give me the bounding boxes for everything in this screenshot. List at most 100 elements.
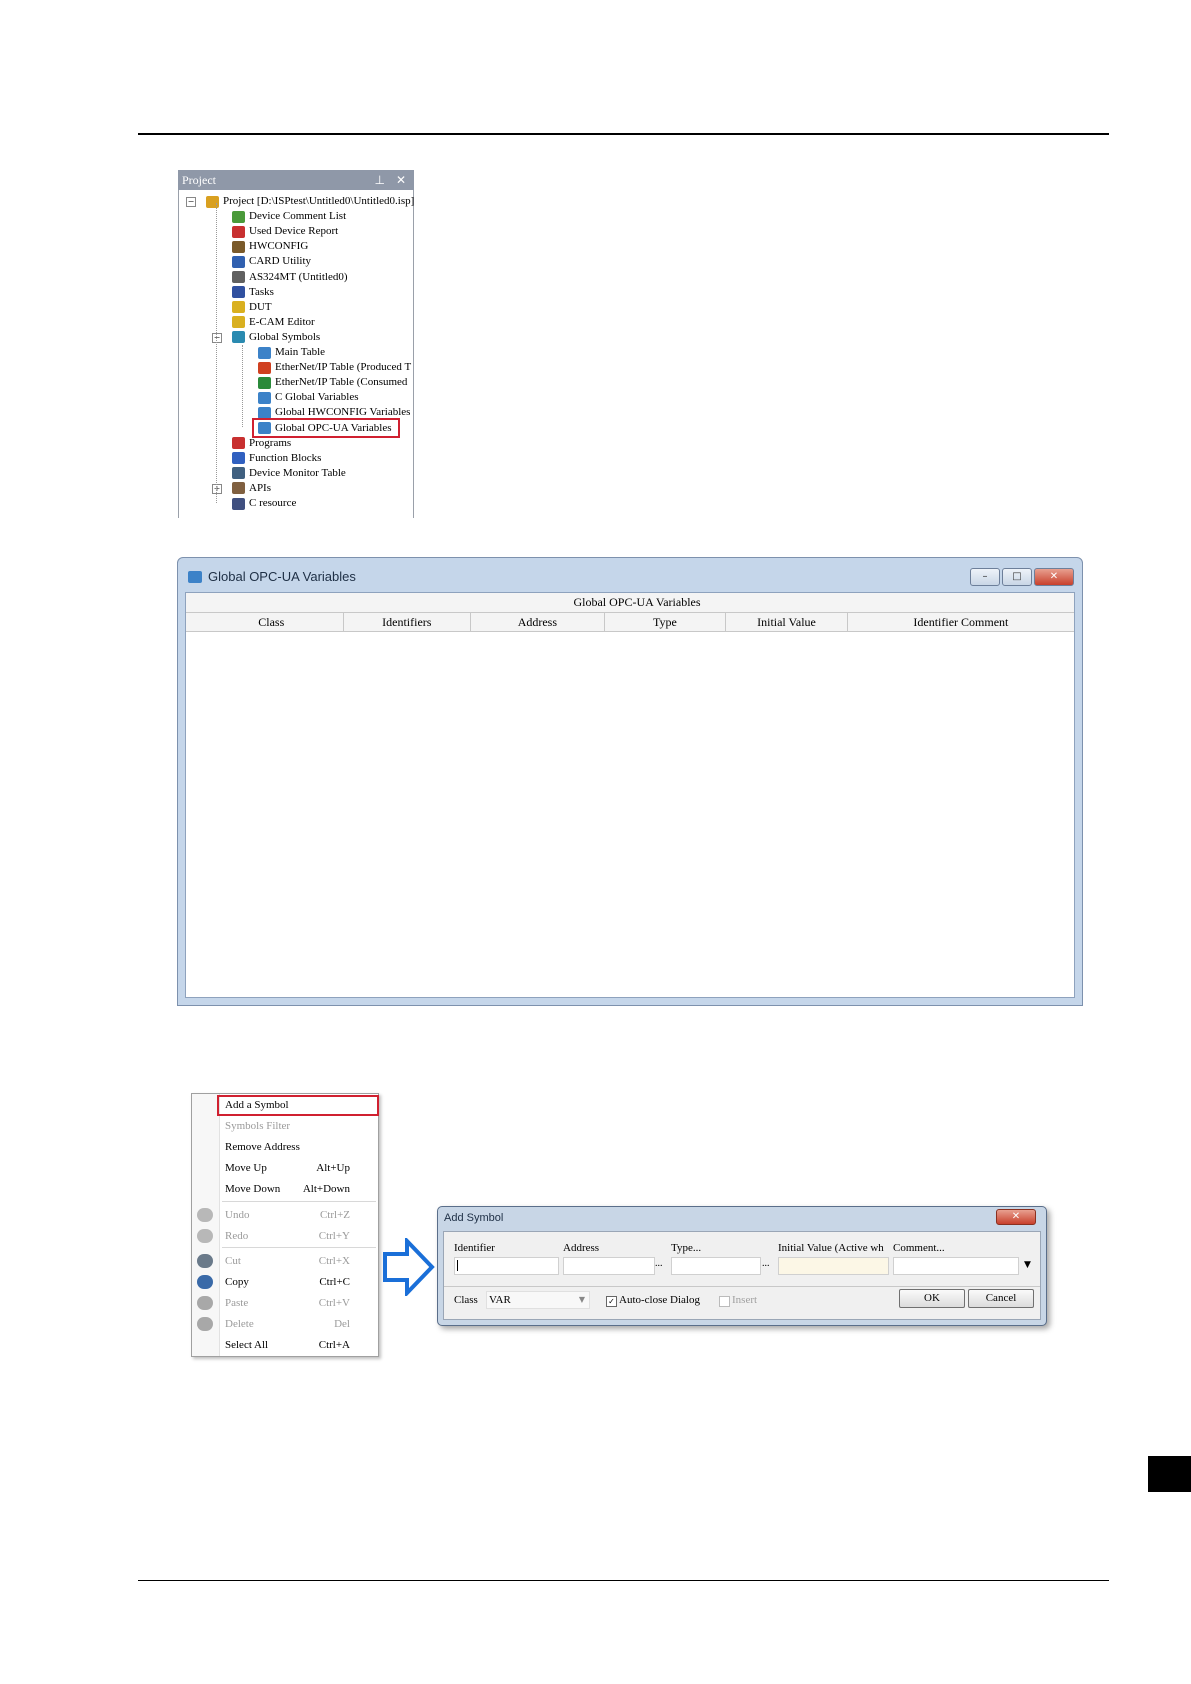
tree-item-label: EtherNet/IP Table (Consumed [275, 376, 408, 389]
ecam-icon [232, 316, 245, 329]
tree-item[interactable]: AS324MT (Untitled0) [232, 270, 348, 285]
tree-item[interactable]: EtherNet/IP Table (Consumed [258, 375, 407, 390]
tree-item[interactable]: E-CAM Editor [232, 315, 315, 330]
type-label[interactable]: Type... [671, 1242, 701, 1254]
menu-item[interactable]: Select All Ctrl+A [192, 1335, 378, 1355]
maximize-button[interactable]: □ [1002, 568, 1032, 586]
ok-button[interactable]: OK [899, 1289, 965, 1308]
address-label: Address [563, 1242, 600, 1254]
tree-item-label: C Global Variables [275, 391, 359, 404]
cancel-button[interactable]: Cancel [968, 1289, 1034, 1308]
menu-item-shortcut: Alt+Down [302, 1183, 350, 1195]
menu-item-shortcut: Ctrl+Y [318, 1230, 350, 1242]
menu-item-label: Add a Symbol [225, 1099, 289, 1111]
tree-connector [216, 203, 217, 503]
address-ellipsis-button[interactable]: ... [655, 1258, 663, 1269]
comment-dropdown-icon[interactable]: ▼ [1024, 1260, 1031, 1270]
table-icon [188, 571, 202, 583]
comment-label[interactable]: Comment... [893, 1242, 945, 1254]
column-header-class[interactable]: Class [200, 613, 344, 631]
initial-value-input[interactable] [778, 1257, 889, 1275]
tree-item[interactable]: Used Device Report [232, 224, 338, 239]
tree-item-label: EtherNet/IP Table (Produced T [275, 361, 412, 374]
tree-item[interactable]: EtherNet/IP Table (Produced T [258, 360, 411, 375]
tree-item-label: CARD Utility [249, 255, 312, 268]
opc-ua-window: Global OPC-UA Variables – □ ✕ Global OPC… [177, 557, 1083, 1006]
tree-item[interactable]: HWCONFIG [232, 239, 308, 254]
cut-icon [197, 1254, 213, 1268]
column-header-identifier-comment[interactable]: Identifier Comment [848, 613, 1074, 631]
tree-item-label: AS324MT (Untitled0) [249, 270, 348, 283]
tree-item[interactable]: Device Comment List [232, 209, 346, 224]
type-input[interactable] [671, 1257, 761, 1275]
grid-header: Class Identifiers Address Type Initial V… [186, 613, 1074, 632]
identifier-input[interactable] [454, 1257, 559, 1275]
tree-item-label: Project [D:\ISPtest\Untitled0\Untitled0.… [223, 195, 415, 207]
class-select-value: VAR [489, 1294, 511, 1306]
dialog-separator [444, 1286, 1040, 1287]
collapse-icon[interactable]: − [212, 332, 222, 343]
dut-icon [232, 301, 245, 314]
tree-item[interactable]: C resource [232, 496, 296, 511]
tree-item-label: DUT [249, 300, 272, 313]
menu-item[interactable]: Symbols Filter [192, 1116, 378, 1136]
column-header-address[interactable]: Address [471, 613, 605, 631]
menu-item-shortcut: Ctrl+C [319, 1276, 350, 1288]
project-panel-title: Project [182, 173, 216, 187]
menu-item[interactable]: Add a Symbol [192, 1095, 378, 1115]
monitor-table-icon [232, 467, 245, 480]
minimize-button[interactable]: – [970, 568, 1000, 586]
menu-item[interactable]: Delete Del [192, 1314, 378, 1334]
column-header-type[interactable]: Type [605, 613, 727, 631]
menu-item-label: Paste [225, 1297, 249, 1309]
tree-item[interactable]: APIs [232, 481, 271, 496]
panel-pin-close-icons[interactable]: ⊥ ✕ [374, 170, 410, 190]
tree-item[interactable]: C Global Variables [258, 390, 359, 405]
class-select[interactable]: VAR ▼ [486, 1291, 590, 1309]
tree-item-label: Used Device Report [249, 225, 339, 238]
collapse-icon[interactable]: − [186, 197, 196, 207]
tree-item[interactable]: Global Symbols [232, 330, 320, 345]
menu-item[interactable]: Remove Address [192, 1137, 378, 1157]
global-symbols-icon [232, 331, 245, 344]
tasks-icon [232, 286, 245, 299]
tree-item-label: Device Monitor Table [249, 466, 346, 479]
menu-item-label: Copy [225, 1276, 249, 1288]
menu-item[interactable]: Redo Ctrl+Y [192, 1226, 378, 1246]
close-button[interactable]: ✕ [1034, 568, 1074, 586]
paste-icon [197, 1296, 213, 1310]
comment-input[interactable] [893, 1257, 1019, 1275]
initial-value-label: Initial Value (Active wh [778, 1242, 884, 1254]
chevron-down-icon: ▼ [578, 1295, 585, 1304]
opc-ua-grid[interactable]: Global OPC-UA Variables Class Identifier… [185, 592, 1075, 998]
dialog-close-button[interactable]: ✕ [996, 1209, 1036, 1225]
menu-item[interactable]: Move Up Alt+Up [192, 1158, 378, 1178]
tree-item[interactable]: CARD Utility [232, 254, 311, 269]
menu-item[interactable]: Paste Ctrl+V [192, 1293, 378, 1313]
page-tab-marker [1148, 1456, 1191, 1492]
menu-item[interactable]: Move Down Alt+Down [192, 1179, 378, 1199]
expand-icon[interactable]: + [212, 483, 222, 494]
tree-item[interactable]: Main Table [258, 345, 325, 360]
column-header-initial-value[interactable]: Initial Value [726, 613, 848, 631]
menu-item-label: Undo [225, 1209, 250, 1221]
tree-item[interactable]: Device Monitor Table [232, 466, 346, 481]
ethernet-produced-icon [258, 361, 271, 374]
class-label: Class [454, 1294, 478, 1306]
menu-item[interactable]: Copy Ctrl+C [192, 1272, 378, 1292]
column-header-identifiers[interactable]: Identifiers [344, 613, 472, 631]
menu-item-label: Cut [225, 1255, 241, 1267]
address-input[interactable] [563, 1257, 655, 1275]
tree-item[interactable]: DUT [232, 300, 272, 315]
tree-item[interactable]: Project [D:\ISPtest\Untitled0\Untitled0.… [206, 194, 414, 209]
type-ellipsis-button[interactable]: ... [762, 1258, 770, 1269]
menu-item[interactable]: Cut Ctrl+X [192, 1251, 378, 1271]
tree-item[interactable]: Tasks [232, 285, 274, 300]
tree-item[interactable]: Function Blocks [232, 451, 321, 466]
insert-checkbox[interactable] [719, 1296, 730, 1307]
auto-close-checkbox[interactable]: ✓ [606, 1296, 617, 1307]
apis-icon [232, 482, 245, 495]
function-blocks-icon [232, 452, 245, 465]
menu-item[interactable]: Undo Ctrl+Z [192, 1205, 378, 1225]
ethernet-consumed-icon [258, 376, 271, 389]
